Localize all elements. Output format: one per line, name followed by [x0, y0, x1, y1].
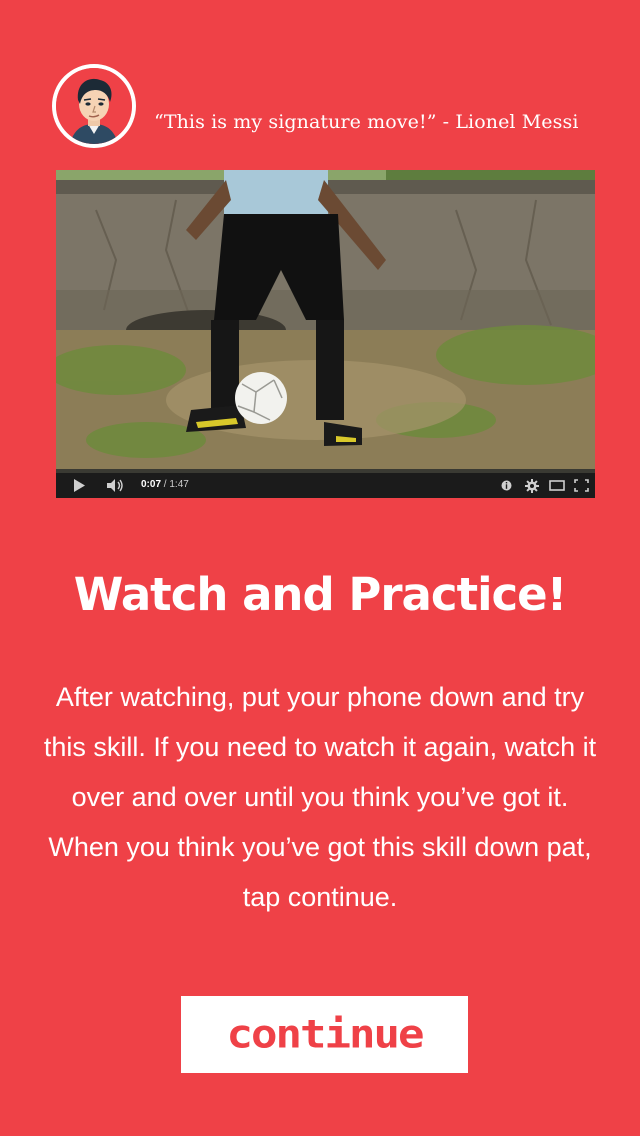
instructions-text: After watching, put your phone down and …: [43, 682, 597, 912]
play-icon: [74, 479, 85, 492]
theater-mode-icon: [549, 480, 565, 491]
quote-header: “This is my signature move!” - Lionel Me…: [52, 64, 612, 156]
fullscreen-icon: [573, 479, 589, 492]
video-thumbnail[interactable]: [56, 170, 595, 469]
volume-button[interactable]: [104, 473, 128, 498]
play-button[interactable]: [68, 473, 90, 498]
video-control-bar: 0:07 / 1:47: [56, 473, 595, 498]
video-player[interactable]: [56, 170, 595, 498]
fullscreen-button[interactable]: [571, 473, 591, 498]
volume-icon: [107, 479, 123, 492]
theater-mode-button[interactable]: [547, 473, 567, 498]
continue-label: continue: [226, 1011, 425, 1058]
avatar: [52, 64, 136, 148]
video-duration: 1:47: [169, 479, 189, 490]
settings-button[interactable]: [522, 473, 542, 498]
cartoon-face-icon: [56, 68, 132, 144]
continue-button[interactable]: continue: [181, 996, 468, 1073]
info-button[interactable]: [498, 473, 514, 498]
video-current-time: 0:07: [141, 479, 162, 490]
info-icon: [501, 480, 511, 491]
gear-icon: [525, 478, 539, 493]
page-title: Watch and Practice!: [73, 568, 567, 621]
video-time: 0:07 / 1:47: [141, 479, 189, 490]
quote-text: “This is my signature move!” - Lionel Me…: [154, 111, 579, 133]
